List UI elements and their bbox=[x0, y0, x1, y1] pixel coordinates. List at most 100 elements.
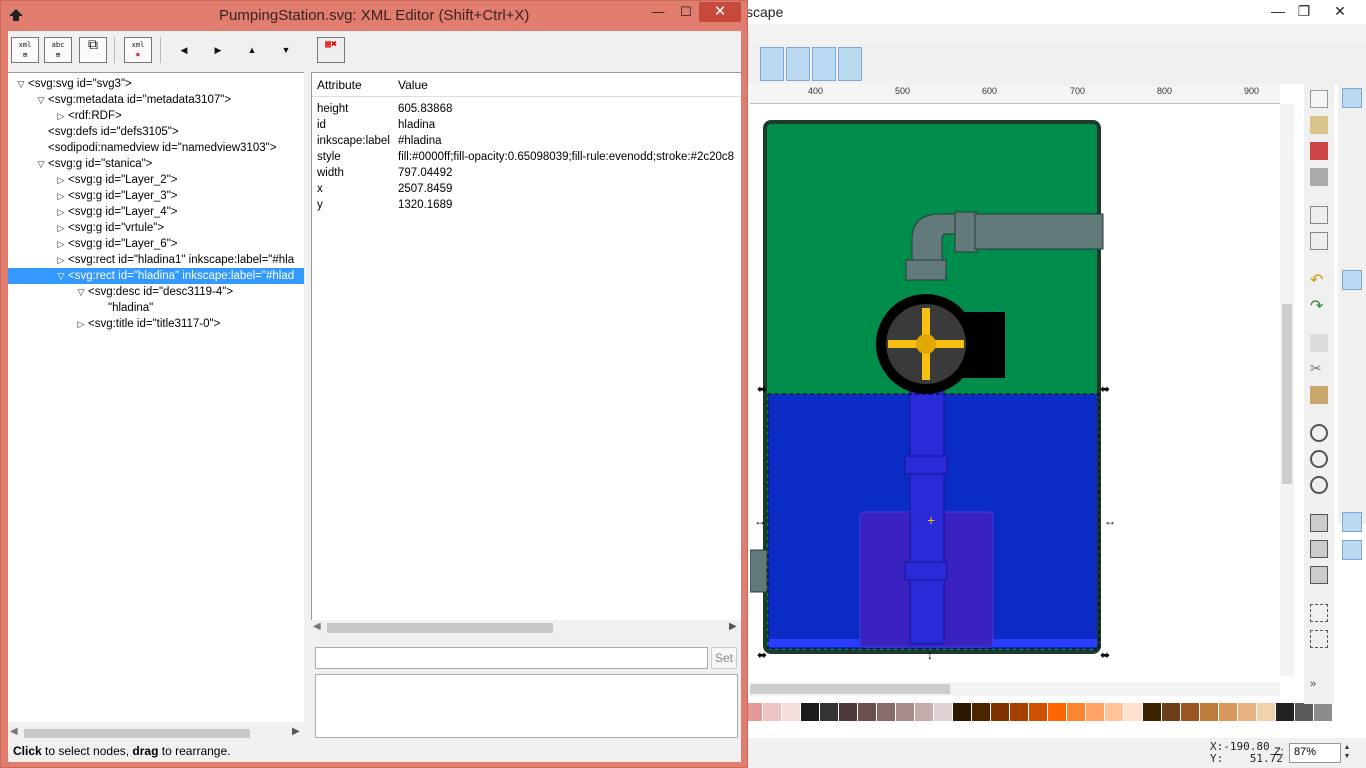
canvas-vertical-scrollbar[interactable] bbox=[1280, 104, 1294, 676]
tree-node[interactable]: ▽ <svg:svg id="svg3"> bbox=[14, 76, 132, 92]
attribute-row[interactable]: id hladina bbox=[312, 117, 741, 133]
enable-snapping-icon[interactable] bbox=[1342, 88, 1362, 108]
palette-swatch[interactable] bbox=[1048, 703, 1066, 721]
print-icon[interactable] bbox=[1310, 168, 1328, 186]
import-icon[interactable] bbox=[1310, 206, 1328, 224]
duplicate-icon[interactable] bbox=[1310, 514, 1328, 532]
palette-swatch[interactable] bbox=[1257, 703, 1275, 721]
tree-expander-icon[interactable]: ▷ bbox=[54, 204, 68, 220]
set-attribute-button[interactable]: Set bbox=[711, 647, 737, 669]
palette-swatch[interactable] bbox=[1238, 703, 1256, 721]
tree-expander-icon[interactable]: ▽ bbox=[74, 284, 88, 300]
snap-guide-icon[interactable] bbox=[1342, 540, 1362, 560]
palette-swatch[interactable] bbox=[839, 703, 857, 721]
tree-node[interactable]: ▷ <svg:g id="Layer_4"> bbox=[54, 204, 178, 220]
tree-node[interactable]: ▷ <svg:g id="Layer_6"> bbox=[54, 236, 178, 252]
palette-swatch[interactable] bbox=[1276, 703, 1294, 721]
zoom-selection-icon[interactable] bbox=[1310, 424, 1328, 442]
attribute-name-input[interactable] bbox=[315, 647, 708, 669]
unindent-node-button[interactable]: ◀ bbox=[176, 41, 192, 59]
tree-expander-icon[interactable]: ▷ bbox=[54, 108, 68, 124]
snap-option-icon-3[interactable] bbox=[812, 47, 836, 81]
snap-grid-icon[interactable] bbox=[1342, 512, 1362, 532]
open-file-icon[interactable] bbox=[1310, 116, 1328, 134]
indent-node-button[interactable]: ▶ bbox=[210, 41, 226, 59]
palette-swatch[interactable] bbox=[934, 703, 952, 721]
tree-node[interactable]: ▽ <svg:g id="stanica"> bbox=[34, 156, 153, 172]
attribute-row[interactable]: width 797.04492 bbox=[312, 165, 741, 181]
palette-swatch[interactable] bbox=[991, 703, 1009, 721]
palette-swatch[interactable] bbox=[896, 703, 914, 721]
vscroll-thumb[interactable] bbox=[1282, 304, 1292, 484]
export-icon[interactable] bbox=[1310, 232, 1328, 250]
tree-expander-icon[interactable]: ▷ bbox=[54, 252, 68, 268]
cut-icon[interactable]: ✂ bbox=[1310, 360, 1328, 378]
zoom-spinner[interactable]: ▲ ▼ bbox=[1341, 743, 1353, 763]
xml-editor-title-bar[interactable]: PumpingStation.svg: XML Editor (Shift+Ct… bbox=[1, 1, 749, 31]
tree-node[interactable]: ▷ <rdf:RDF> bbox=[54, 108, 122, 124]
tree-scroll-thumb[interactable] bbox=[24, 729, 250, 738]
tree-expander-icon[interactable]: ▷ bbox=[54, 172, 68, 188]
canvas-horizontal-scrollbar[interactable] bbox=[750, 682, 1280, 696]
new-element-node-button[interactable]: xml ⊞ bbox=[11, 37, 39, 63]
main-close-button[interactable]: ✕ bbox=[1326, 2, 1354, 22]
palette-swatch[interactable] bbox=[1295, 703, 1313, 721]
attribute-row[interactable]: x 2507.8459 bbox=[312, 181, 741, 197]
palette-swatch[interactable] bbox=[820, 703, 838, 721]
xml-maximize-button[interactable]: ☐ bbox=[671, 3, 701, 23]
hscroll-thumb[interactable] bbox=[750, 684, 950, 694]
group-icon[interactable] bbox=[1310, 604, 1328, 622]
palette-swatch[interactable] bbox=[1162, 703, 1180, 721]
palette-swatch[interactable] bbox=[1029, 703, 1047, 721]
xml-node-tree[interactable]: ▽ <svg:svg id="svg3"> ▽ <svg:metadata id="m… bbox=[8, 72, 304, 722]
tree-node[interactable]: ▷ <svg:title id="title3117-0"> bbox=[74, 316, 221, 332]
main-maximize-button[interactable]: ❐ bbox=[1290, 2, 1318, 22]
zoom-drawing-icon[interactable] bbox=[1310, 450, 1328, 468]
attribute-row[interactable]: inkscape:label #hladina bbox=[312, 133, 741, 149]
tree-node[interactable]: "hladina" bbox=[94, 300, 153, 316]
snap-nodes-icon[interactable] bbox=[1342, 270, 1362, 290]
tree-expander-icon[interactable]: ▽ bbox=[34, 92, 48, 108]
more-commands-icon[interactable]: » bbox=[1310, 678, 1328, 696]
palette-swatch[interactable] bbox=[858, 703, 876, 721]
tree-node[interactable]: ▷ <svg:g id="Layer_2"> bbox=[54, 172, 178, 188]
palette-swatch[interactable] bbox=[782, 703, 800, 721]
xml-close-button[interactable]: ✕ bbox=[699, 2, 741, 22]
snap-option-icon-1[interactable] bbox=[760, 47, 784, 81]
tree-node[interactable]: ▽ <svg:desc id="desc3119-4"> bbox=[74, 284, 234, 300]
tree-node[interactable]: ▽ <svg:metadata id="metadata3107"> bbox=[34, 92, 232, 108]
redo-icon[interactable]: ↷ bbox=[1310, 296, 1328, 315]
paste-icon[interactable] bbox=[1310, 386, 1328, 404]
raise-node-button[interactable]: ▲ bbox=[244, 41, 260, 59]
palette-swatch[interactable] bbox=[1143, 703, 1161, 721]
zoom-field[interactable]: 87% bbox=[1289, 743, 1341, 763]
tree-node[interactable]: ▷ <svg:rect id="hladina1" inkscape:label=… bbox=[54, 252, 295, 268]
palette-swatch[interactable] bbox=[1105, 703, 1123, 721]
attribute-column-header[interactable]: Attribute bbox=[317, 78, 362, 92]
tree-node[interactable]: <svg:defs id="defs3105"> bbox=[34, 124, 179, 140]
delete-attribute-button[interactable]: ▦✖ bbox=[317, 37, 345, 63]
palette-swatch[interactable] bbox=[953, 703, 971, 721]
zoom-page-icon[interactable] bbox=[1310, 476, 1328, 494]
xml-minimize-button[interactable]: — bbox=[643, 3, 673, 23]
tree-expander-icon[interactable]: ▽ bbox=[54, 268, 68, 284]
attribute-horizontal-scrollbar[interactable]: ◀ ▶ bbox=[311, 620, 741, 636]
tree-expander-icon[interactable]: ▷ bbox=[54, 220, 68, 236]
unlink-clone-icon[interactable] bbox=[1310, 566, 1328, 584]
tree-expander-icon[interactable]: ▷ bbox=[54, 188, 68, 204]
tree-node-selected[interactable]: ▽ <svg:rect id="hladina" inkscape:label="… bbox=[8, 268, 304, 284]
palette-swatch[interactable] bbox=[1181, 703, 1199, 721]
tree-horizontal-scrollbar[interactable]: ◀ ▶ bbox=[8, 725, 304, 741]
value-column-header[interactable]: Value bbox=[398, 78, 428, 92]
palette-swatch[interactable] bbox=[1200, 703, 1218, 721]
palette-swatch[interactable] bbox=[1086, 703, 1104, 721]
palette-swatch[interactable] bbox=[763, 703, 781, 721]
attribute-scroll-thumb[interactable] bbox=[327, 623, 553, 633]
tree-expander-icon[interactable]: ▷ bbox=[74, 316, 88, 332]
snap-option-icon-2[interactable] bbox=[786, 47, 810, 81]
snap-bbox-icon[interactable] bbox=[1342, 124, 1362, 144]
palette-swatch[interactable] bbox=[1124, 703, 1142, 721]
undo-icon[interactable]: ↶ bbox=[1310, 270, 1328, 289]
lower-node-button[interactable]: ▼ bbox=[278, 41, 294, 59]
main-minimize-button[interactable]: — bbox=[1264, 2, 1292, 22]
